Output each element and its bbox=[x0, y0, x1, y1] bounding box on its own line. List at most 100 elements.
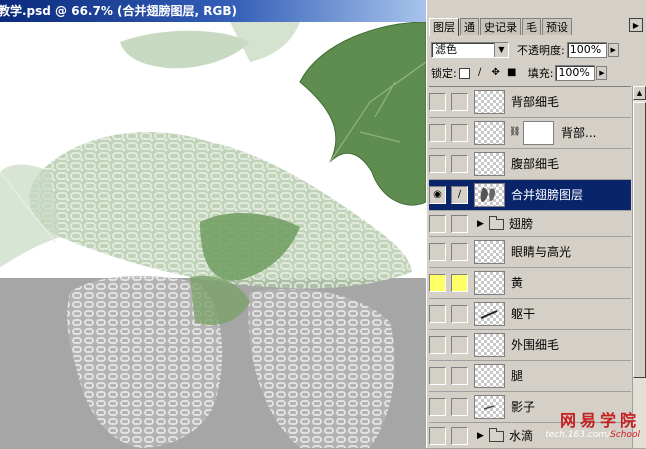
layers-list: 背部细毛 ⛓ 背部... 腹部细毛 ◉ ∕ 合并翅膀图层 ▶ 翅膀 眼睛与高光 … bbox=[429, 86, 631, 449]
visibility-toggle[interactable] bbox=[429, 93, 446, 111]
layer-row[interactable]: 躯干 bbox=[429, 299, 631, 330]
paintbrush-icon: ∕ bbox=[457, 189, 462, 200]
tab-channels[interactable]: 通 bbox=[460, 18, 479, 35]
watermark: 网易学院 tech.163.com/School bbox=[500, 412, 640, 444]
lock-icon[interactable]: ■ bbox=[506, 67, 518, 79]
layer-row[interactable]: ⛓ 背部... bbox=[429, 118, 631, 149]
eye-icon: ◉ bbox=[433, 189, 442, 200]
opacity-input[interactable]: 100% bbox=[566, 42, 607, 58]
tab-brushes[interactable]: 毛 bbox=[522, 18, 541, 35]
link-toggle[interactable] bbox=[451, 305, 468, 323]
tab-history-label: 史记录 bbox=[484, 21, 517, 34]
watermark-brand: 网易学院 bbox=[559, 411, 640, 430]
link-toggle[interactable] bbox=[451, 155, 468, 173]
layer-thumbnail bbox=[474, 121, 505, 145]
layer-thumbnail bbox=[474, 302, 505, 326]
chevron-down-icon: ▼ bbox=[494, 43, 508, 57]
watermark-url-suffix: School bbox=[610, 430, 640, 440]
visibility-toggle[interactable] bbox=[429, 336, 446, 354]
triangle-right-icon[interactable]: ▶ bbox=[477, 423, 484, 449]
link-toggle[interactable] bbox=[451, 243, 468, 261]
link-toggle[interactable] bbox=[451, 336, 468, 354]
visibility-toggle[interactable]: ◉ bbox=[429, 186, 446, 204]
visibility-toggle[interactable] bbox=[429, 367, 446, 385]
layers-palette: 图层 通 史记录 毛 预设 ▶ 滤色 ▼ 不透明度: 100% ▶ 锁定: ∕ … bbox=[426, 0, 646, 449]
visibility-toggle[interactable] bbox=[429, 274, 446, 292]
layer-name: 躯干 bbox=[511, 307, 536, 321]
link-toggle[interactable] bbox=[451, 427, 468, 445]
opacity-slider-button[interactable]: ▶ bbox=[607, 43, 619, 57]
layer-thumbnail bbox=[474, 271, 505, 295]
blend-mode-select[interactable]: 滤色 ▼ bbox=[431, 42, 509, 58]
visibility-toggle[interactable] bbox=[429, 398, 446, 416]
image-canvas[interactable] bbox=[0, 22, 426, 448]
link-toggle[interactable] bbox=[451, 367, 468, 385]
link-toggle[interactable] bbox=[451, 215, 468, 233]
layer-name: 眼睛与高光 bbox=[511, 245, 572, 259]
layer-name: 背部... bbox=[561, 126, 597, 140]
blend-mode-value: 滤色 bbox=[435, 43, 457, 56]
lock-options-row: 锁定: ∕ ✥ ■ 填充: 100% ▶ bbox=[431, 63, 643, 83]
layer-thumbnail bbox=[474, 240, 505, 264]
layer-row[interactable]: 腹部细毛 bbox=[429, 149, 631, 180]
layer-name: 腹部细毛 bbox=[511, 157, 560, 171]
link-toggle[interactable]: ∕ bbox=[451, 186, 468, 204]
fill-label: 填充: bbox=[527, 67, 554, 80]
triangle-right-icon: ▶ bbox=[632, 21, 640, 30]
layer-group-row[interactable]: ▶ 翅膀 bbox=[429, 211, 631, 237]
layer-row[interactable]: 腿 bbox=[429, 361, 631, 392]
tab-layers[interactable]: 图层 bbox=[429, 18, 459, 36]
tab-history[interactable]: 史记录 bbox=[480, 18, 521, 35]
triangle-right-icon[interactable]: ▶ bbox=[477, 211, 484, 237]
layer-row[interactable]: 眼睛与高光 bbox=[429, 237, 631, 268]
tab-presets-label: 预设 bbox=[546, 21, 568, 34]
link-toggle[interactable] bbox=[451, 124, 468, 142]
layer-name: 背部细毛 bbox=[511, 95, 560, 109]
visibility-toggle[interactable] bbox=[429, 427, 446, 445]
layers-scrollbar[interactable]: ▲ bbox=[632, 86, 646, 448]
layer-name: 翅膀 bbox=[509, 217, 534, 231]
link-toggle[interactable] bbox=[451, 274, 468, 292]
layer-row-selected[interactable]: ◉ ∕ 合并翅膀图层 bbox=[429, 180, 631, 211]
visibility-toggle[interactable] bbox=[429, 215, 446, 233]
layer-thumbnail bbox=[474, 183, 505, 207]
tab-presets[interactable]: 预设 bbox=[542, 18, 572, 35]
layer-thumbnail bbox=[474, 90, 505, 114]
visibility-toggle[interactable] bbox=[429, 243, 446, 261]
fill-slider-button[interactable]: ▶ bbox=[596, 66, 608, 80]
layer-row[interactable]: 黄 bbox=[429, 268, 631, 299]
layer-thumbnail bbox=[474, 152, 505, 176]
fill-input[interactable]: 100% bbox=[555, 65, 596, 81]
layer-name: 外围细毛 bbox=[511, 338, 560, 352]
visibility-toggle[interactable] bbox=[429, 155, 446, 173]
watermark-url: tech.163.com/School bbox=[500, 430, 640, 441]
link-toggle[interactable] bbox=[451, 398, 468, 416]
body-thumbnail-icon bbox=[480, 310, 498, 319]
move-icon[interactable]: ✥ bbox=[490, 67, 502, 79]
scroll-thumb[interactable] bbox=[633, 102, 646, 378]
brush-icon[interactable]: ∕ bbox=[474, 67, 486, 79]
layer-row[interactable]: 外围细毛 bbox=[429, 330, 631, 361]
lock-transparency-checkbox[interactable] bbox=[458, 67, 470, 79]
layer-row[interactable]: 背部细毛 bbox=[429, 87, 631, 118]
palette-menu-button[interactable]: ▶ bbox=[629, 18, 643, 32]
visibility-toggle[interactable] bbox=[429, 124, 446, 142]
chain-link-icon[interactable]: ⛓ bbox=[509, 127, 520, 137]
layer-name: 腿 bbox=[511, 369, 524, 383]
blend-options-row: 滤色 ▼ 不透明度: 100% ▶ bbox=[431, 40, 643, 60]
document-window: 教学.psd @ 66.7% (合并翅膀图层, RGB) bbox=[0, 0, 426, 448]
watermark-url-prefix: tech.163.com/ bbox=[545, 430, 611, 440]
scroll-up-button[interactable]: ▲ bbox=[633, 86, 646, 100]
butterfly-thumbnail-icon bbox=[480, 187, 496, 202]
tab-brushes-label: 毛 bbox=[526, 21, 537, 34]
document-title-bar[interactable]: 教学.psd @ 66.7% (合并翅膀图层, RGB) bbox=[0, 0, 426, 22]
layer-thumbnail bbox=[474, 364, 505, 388]
layer-mask-thumbnail[interactable] bbox=[523, 121, 554, 145]
folder-icon bbox=[489, 216, 504, 230]
layer-thumbnail bbox=[474, 333, 505, 357]
link-toggle[interactable] bbox=[451, 93, 468, 111]
palette-tabs: 图层 通 史记录 毛 预设 bbox=[429, 18, 645, 36]
layer-name: 黄 bbox=[511, 276, 524, 290]
visibility-toggle[interactable] bbox=[429, 305, 446, 323]
palette-tab-bar: 图层 通 史记录 毛 预设 ▶ bbox=[427, 0, 646, 38]
